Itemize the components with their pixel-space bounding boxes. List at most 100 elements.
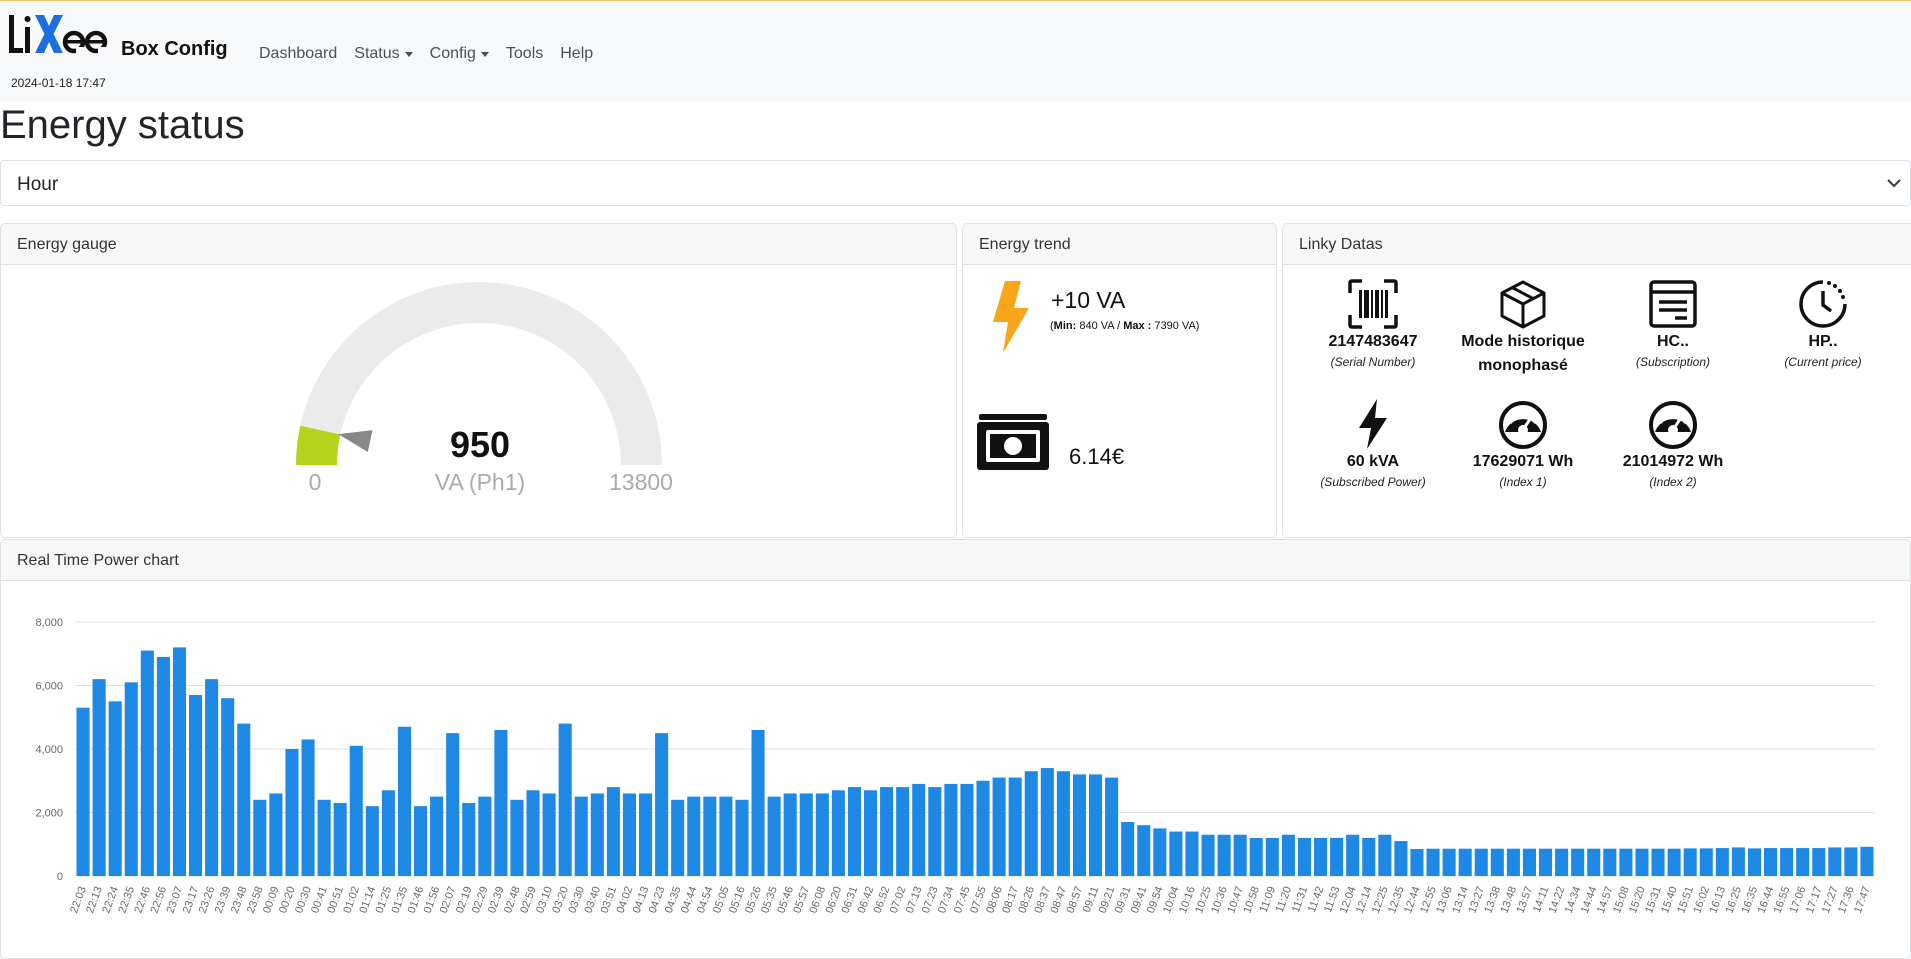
chart-bar[interactable] (1555, 848, 1569, 876)
chart-bar[interactable] (1651, 848, 1665, 876)
chart-bar[interactable] (253, 799, 267, 876)
chart-bar[interactable] (156, 656, 170, 876)
chart-bar[interactable] (719, 796, 733, 876)
chart-bar[interactable] (847, 787, 861, 876)
chart-bar[interactable] (1635, 848, 1649, 876)
chart-bar[interactable] (1844, 847, 1858, 876)
chart-bar[interactable] (205, 679, 219, 876)
chart-bar[interactable] (1201, 834, 1215, 876)
chart-bar[interactable] (639, 793, 653, 876)
chart-bar[interactable] (1747, 848, 1761, 876)
chart-bar[interactable] (1089, 774, 1103, 876)
chart-bar[interactable] (1330, 837, 1344, 876)
chart-bar[interactable] (1297, 837, 1311, 876)
chart-bar[interactable] (1828, 847, 1842, 876)
nav-status-dropdown[interactable]: Status (354, 45, 413, 63)
chart-bar[interactable] (1764, 848, 1778, 876)
chart-bar[interactable] (1683, 848, 1697, 876)
chart-bar[interactable] (1153, 828, 1167, 876)
chart-bar[interactable] (896, 787, 910, 876)
chart-bar[interactable] (1314, 837, 1328, 876)
chart-bar[interactable] (1571, 848, 1585, 876)
chart-bar[interactable] (349, 745, 363, 876)
chart-bar[interactable] (414, 806, 428, 876)
chart-bar[interactable] (960, 783, 974, 876)
chart-bar[interactable] (1812, 848, 1826, 876)
chart-bar[interactable] (928, 787, 942, 876)
chart-bar[interactable] (687, 796, 701, 876)
chart-bar[interactable] (237, 723, 251, 876)
chart-bar[interactable] (1539, 848, 1553, 876)
chart-bar[interactable] (140, 650, 154, 876)
chart-bar[interactable] (124, 682, 138, 876)
chart-bar[interactable] (1072, 774, 1086, 876)
nav-config-dropdown[interactable]: Config (430, 45, 489, 63)
chart-bar[interactable] (1458, 848, 1472, 876)
chart-bar[interactable] (1619, 848, 1633, 876)
chart-bar[interactable] (880, 787, 894, 876)
chart-bar[interactable] (1121, 822, 1135, 876)
period-select[interactable]: Hour (0, 160, 1911, 206)
chart-bar[interactable] (574, 796, 588, 876)
chart-bar[interactable] (976, 780, 990, 876)
chart-bar[interactable] (1346, 834, 1360, 876)
nav-help[interactable]: Help (560, 45, 593, 63)
chart-bar[interactable] (1490, 848, 1504, 876)
chart-bar[interactable] (1362, 837, 1376, 876)
chart-bar[interactable] (381, 790, 395, 876)
chart-bar[interactable] (397, 726, 411, 876)
brand-title[interactable]: Box Config (121, 38, 228, 61)
chart-bar[interactable] (783, 793, 797, 876)
chart-bar[interactable] (831, 790, 845, 876)
chart-bar[interactable] (1217, 834, 1231, 876)
chart-bar[interactable] (333, 802, 347, 876)
chart-bar[interactable] (478, 796, 492, 876)
chart-bar[interactable] (542, 793, 556, 876)
chart-bar[interactable] (912, 783, 926, 876)
chart-bar[interactable] (558, 723, 572, 876)
chart-bar[interactable] (1860, 846, 1874, 876)
chart-bar[interactable] (221, 698, 235, 876)
chart-bar[interactable] (1169, 831, 1183, 876)
chart-bar[interactable] (671, 799, 685, 876)
chart-bar[interactable] (1378, 834, 1392, 876)
nav-tools[interactable]: Tools (506, 45, 543, 63)
chart-bar[interactable] (92, 679, 106, 876)
chart-bar[interactable] (430, 796, 444, 876)
chart-bar[interactable] (189, 695, 203, 876)
chart-bar[interactable] (1410, 849, 1424, 876)
chart-bar[interactable] (172, 647, 186, 876)
chart-bar[interactable] (1442, 848, 1456, 876)
chart-bar[interactable] (1281, 834, 1295, 876)
chart-bar[interactable] (1056, 771, 1070, 876)
chart-bar[interactable] (1040, 768, 1054, 876)
chart-bar[interactable] (799, 793, 813, 876)
chart-bar[interactable] (494, 729, 508, 876)
chart-bar[interactable] (703, 796, 717, 876)
chart-bar[interactable] (1185, 831, 1199, 876)
chart-bar[interactable] (590, 793, 604, 876)
chart-bar[interactable] (1731, 847, 1745, 876)
chart-bar[interactable] (992, 777, 1006, 876)
chart-bar[interactable] (1265, 837, 1279, 876)
chart-bar[interactable] (285, 749, 299, 876)
chart-bar[interactable] (1715, 848, 1729, 876)
chart-bar[interactable] (1699, 848, 1713, 876)
chart-bar[interactable] (655, 733, 669, 876)
chart-bar[interactable] (1587, 848, 1601, 876)
chart-bar[interactable] (1233, 834, 1247, 876)
chart-bar[interactable] (108, 701, 122, 876)
chart-bar[interactable] (1008, 777, 1022, 876)
chart-bar[interactable] (446, 733, 460, 876)
chart-bar[interactable] (317, 799, 331, 876)
chart-bar[interactable] (1137, 825, 1151, 876)
chart-bar[interactable] (1796, 848, 1810, 876)
chart-bar[interactable] (1474, 848, 1488, 876)
chart-bar[interactable] (76, 707, 90, 876)
chart-bar[interactable] (735, 799, 749, 876)
chart-bar[interactable] (1426, 848, 1440, 876)
chart-bar[interactable] (767, 796, 781, 876)
chart-bar[interactable] (1522, 848, 1536, 876)
lixee-logo[interactable] (8, 9, 113, 61)
chart-bar[interactable] (1249, 837, 1263, 876)
